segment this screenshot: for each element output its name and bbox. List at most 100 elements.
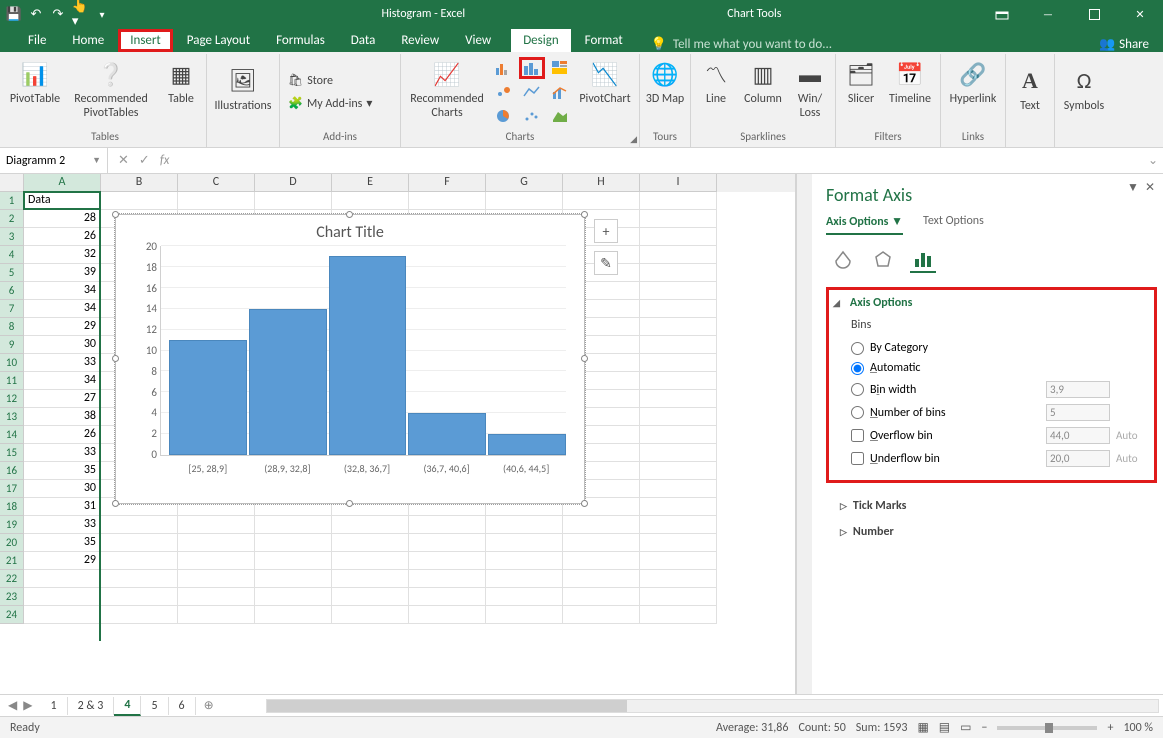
- close-button[interactable]: ✕: [1117, 0, 1163, 28]
- share-button[interactable]: 👥 Share: [1099, 37, 1149, 52]
- sheet-tab[interactable]: 5: [141, 697, 168, 715]
- tab-review[interactable]: Review: [389, 29, 451, 52]
- sheet-tab[interactable]: 6: [169, 697, 196, 715]
- charts-dialog-launcher[interactable]: ◢: [630, 134, 637, 145]
- chart-plot-area[interactable]: 20181614121086420: [160, 246, 566, 456]
- cell[interactable]: [255, 534, 332, 552]
- cell[interactable]: [255, 588, 332, 606]
- pie-chart-icon[interactable]: [491, 105, 517, 127]
- cell[interactable]: [640, 408, 717, 426]
- row-header[interactable]: 22: [0, 570, 24, 588]
- cell[interactable]: 33: [24, 444, 101, 462]
- expand-formula-bar-icon[interactable]: ⌄: [1143, 153, 1163, 168]
- cell[interactable]: [178, 192, 255, 210]
- col-header[interactable]: F: [409, 174, 486, 192]
- qat-customize-icon[interactable]: ▾: [94, 6, 110, 22]
- histogram-bar[interactable]: [488, 434, 566, 455]
- cell[interactable]: 29: [24, 318, 101, 336]
- by-category-label[interactable]: By Category: [870, 341, 1150, 355]
- cell[interactable]: [24, 606, 101, 624]
- tab-design[interactable]: Design: [511, 29, 570, 52]
- row-header[interactable]: 11: [0, 372, 24, 390]
- tell-me-search[interactable]: 💡 Tell me what you want to do...: [651, 37, 832, 52]
- cell[interactable]: [486, 192, 563, 210]
- sparkline-winloss-button[interactable]: ▬Win/ Loss: [789, 56, 831, 128]
- sheet-tab[interactable]: 2 & 3: [68, 697, 115, 715]
- cell[interactable]: [640, 588, 717, 606]
- fx-icon[interactable]: fx: [160, 153, 170, 168]
- histogram-bar[interactable]: [249, 309, 327, 455]
- cell[interactable]: [563, 570, 640, 588]
- cell[interactable]: [640, 246, 717, 264]
- tab-nav-next-icon[interactable]: ▶: [23, 698, 32, 713]
- cell[interactable]: 26: [24, 228, 101, 246]
- view-normal-icon[interactable]: ▦: [917, 720, 928, 735]
- cell[interactable]: [178, 516, 255, 534]
- tab-page-layout[interactable]: Page Layout: [175, 29, 262, 52]
- cell[interactable]: [486, 516, 563, 534]
- chart-elements-button[interactable]: +: [594, 219, 618, 243]
- row-header[interactable]: 12: [0, 390, 24, 408]
- cell[interactable]: [640, 354, 717, 372]
- cell[interactable]: [24, 588, 101, 606]
- hierarchy-chart-icon[interactable]: [547, 57, 573, 79]
- row-header[interactable]: 14: [0, 426, 24, 444]
- cell[interactable]: 29: [24, 552, 101, 570]
- row-header[interactable]: 2: [0, 210, 24, 228]
- cell[interactable]: [640, 462, 717, 480]
- worksheet[interactable]: A B C D E F G H I 1Data22832643253963473…: [0, 174, 796, 694]
- zoom-percent[interactable]: 100 %: [1123, 721, 1153, 735]
- cell[interactable]: [332, 588, 409, 606]
- tab-file[interactable]: File: [16, 29, 58, 52]
- maximize-button[interactable]: [1071, 0, 1117, 28]
- pivottable-button[interactable]: 📊 PivotTable: [8, 56, 62, 128]
- embedded-chart[interactable]: Chart Title 20181614121086420 [25, 28,9]…: [115, 214, 585, 504]
- recommended-pivottables-button[interactable]: ❔ Recommended PivotTables: [64, 56, 158, 128]
- cell[interactable]: 34: [24, 372, 101, 390]
- num-bins-field[interactable]: [1046, 404, 1110, 421]
- cell[interactable]: [640, 426, 717, 444]
- cell[interactable]: [409, 552, 486, 570]
- cell[interactable]: [640, 534, 717, 552]
- cell[interactable]: [332, 516, 409, 534]
- cell[interactable]: [640, 264, 717, 282]
- underflow-field[interactable]: [1046, 450, 1110, 467]
- sparkline-column-button[interactable]: ▥Column: [739, 56, 787, 128]
- view-page-layout-icon[interactable]: ▤: [939, 720, 950, 735]
- row-header[interactable]: 5: [0, 264, 24, 282]
- cell[interactable]: [640, 552, 717, 570]
- cell[interactable]: 28: [24, 210, 101, 228]
- cell[interactable]: [332, 192, 409, 210]
- cell[interactable]: 34: [24, 300, 101, 318]
- cell[interactable]: [178, 588, 255, 606]
- cell[interactable]: [640, 570, 717, 588]
- cell[interactable]: [101, 588, 178, 606]
- underflow-checkbox[interactable]: [851, 452, 864, 465]
- redo-icon[interactable]: ↷: [50, 6, 66, 22]
- cell[interactable]: 27: [24, 390, 101, 408]
- row-header[interactable]: 1: [0, 192, 24, 210]
- text-options-tab[interactable]: Text Options: [923, 214, 984, 235]
- minimize-button[interactable]: —: [1025, 0, 1071, 28]
- col-header[interactable]: G: [486, 174, 563, 192]
- cell[interactable]: [640, 228, 717, 246]
- cell[interactable]: [563, 192, 640, 210]
- row-header[interactable]: 3: [0, 228, 24, 246]
- cell[interactable]: [101, 192, 178, 210]
- cell[interactable]: 39: [24, 264, 101, 282]
- cell[interactable]: [332, 570, 409, 588]
- chart-title[interactable]: Chart Title: [116, 215, 584, 246]
- row-header[interactable]: 15: [0, 444, 24, 462]
- tab-insert[interactable]: Insert: [118, 29, 173, 52]
- cell[interactable]: [101, 570, 178, 588]
- row-header[interactable]: 16: [0, 462, 24, 480]
- automatic-radio[interactable]: [851, 362, 864, 375]
- sheet-tab[interactable]: 4: [114, 696, 141, 716]
- line-chart-icon[interactable]: [519, 81, 545, 103]
- row-header[interactable]: 21: [0, 552, 24, 570]
- col-header[interactable]: D: [255, 174, 332, 192]
- tab-view[interactable]: View: [453, 29, 503, 52]
- slicer-button[interactable]: 🗂Slicer: [840, 56, 882, 128]
- bin-width-label[interactable]: Bin width: [870, 383, 1040, 397]
- cell[interactable]: [640, 390, 717, 408]
